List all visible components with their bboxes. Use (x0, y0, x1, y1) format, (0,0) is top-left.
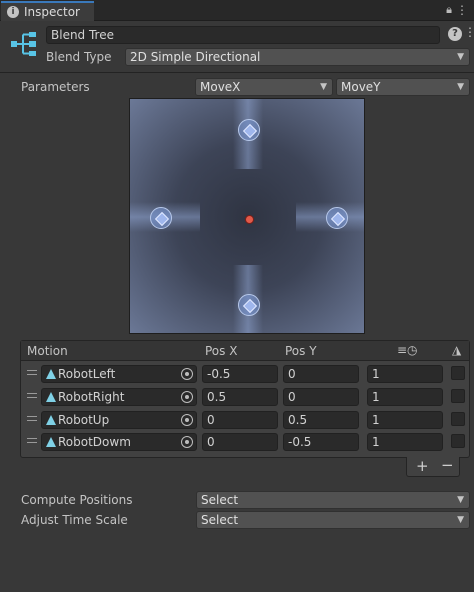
blend-space-graph[interactable] (129, 98, 365, 334)
drag-handle-icon[interactable] (27, 393, 37, 398)
y-parameter-value: MoveY (341, 80, 381, 94)
pos-y-field[interactable]: 0 (283, 388, 359, 406)
adjust-time-scale-dropdown[interactable]: Select ▼ (196, 511, 470, 529)
blend-type-dropdown[interactable]: 2D Simple Directional ▼ (125, 48, 470, 66)
mirror-toggle[interactable] (451, 412, 465, 426)
mirror-toggle[interactable] (451, 434, 465, 448)
time-scale-field[interactable]: 1 (367, 411, 443, 429)
more-menu-icon[interactable]: ⋮ (456, 3, 468, 17)
motion-row: RobotDowm 0 -0.5 1 (21, 431, 469, 453)
x-parameter-value: MoveX (200, 80, 241, 94)
pos-x-header: Pos X (205, 344, 238, 358)
animation-clip-icon (46, 437, 56, 447)
time-scale-field[interactable]: 1 (367, 388, 443, 406)
x-parameter-dropdown[interactable]: MoveX ▼ (195, 78, 333, 96)
info-icon: i (7, 6, 19, 18)
motion-list: Motion Pos X Pos Y ≡◷ ◮ RobotLeft -0.5 0… (20, 340, 470, 458)
object-picker-icon[interactable] (181, 414, 193, 426)
chevron-down-icon: ▼ (457, 82, 464, 92)
time-scale-field[interactable]: 1 (367, 433, 443, 451)
pos-x-field[interactable]: 0 (202, 411, 278, 429)
motion-name: RobotRight (58, 390, 125, 404)
drag-handle-icon[interactable] (27, 370, 37, 375)
object-picker-icon[interactable] (181, 368, 193, 380)
motion-header: Motion (27, 344, 68, 358)
pos-x-field[interactable]: 0 (202, 433, 278, 451)
motion-row: RobotUp 0 0.5 1 (21, 409, 469, 431)
pos-y-header: Pos Y (285, 344, 317, 358)
compute-positions-label: Compute Positions (21, 493, 133, 507)
compute-positions-dropdown[interactable]: Select ▼ (196, 491, 470, 509)
animation-clip-icon (46, 392, 56, 402)
animation-clip-icon (46, 369, 56, 379)
pos-y-field[interactable]: 0.5 (283, 411, 359, 429)
pos-y-field[interactable]: 0 (283, 365, 359, 383)
motion-name: RobotDowm (58, 435, 131, 449)
tab-inspector[interactable]: i Inspector (1, 1, 94, 21)
motion-name: RobotUp (58, 413, 110, 427)
chevron-down-icon: ▼ (457, 495, 464, 505)
object-picker-icon[interactable] (181, 391, 193, 403)
y-parameter-dropdown[interactable]: MoveY ▼ (336, 78, 470, 96)
current-blend-marker (244, 214, 254, 224)
parameters-label: Parameters (21, 80, 90, 94)
motion-row: RobotLeft -0.5 0 1 (21, 363, 469, 385)
blend-node-robot-left[interactable] (150, 207, 172, 229)
compute-positions-value: Select (201, 493, 239, 507)
pos-x-field[interactable]: -0.5 (202, 365, 278, 383)
animation-clip-icon (46, 415, 56, 425)
motion-row: RobotRight 0.5 0 1 (21, 386, 469, 408)
motion-field[interactable]: RobotRight (41, 388, 197, 406)
component-menu-icon[interactable]: ⋮ (464, 25, 474, 39)
chevron-down-icon: ▼ (320, 82, 327, 92)
tab-bar: i Inspector 🔒︎ ⋮ (0, 0, 474, 21)
mirror-icon: ◮ (452, 343, 462, 357)
pos-x-field[interactable]: 0.5 (202, 388, 278, 406)
pos-y-field[interactable]: -0.5 (283, 433, 359, 451)
adjust-time-scale-value: Select (201, 513, 239, 527)
object-picker-icon[interactable] (181, 436, 193, 448)
blend-node-robot-right[interactable] (326, 207, 348, 229)
motion-field[interactable]: RobotUp (41, 411, 197, 429)
blend-type-label: Blend Type (46, 50, 112, 64)
help-icon[interactable]: ? (448, 27, 462, 41)
motion-list-footer: + − (406, 456, 460, 477)
add-motion-button[interactable]: + (416, 457, 429, 475)
time-scale-field[interactable]: 1 (367, 365, 443, 383)
name-field[interactable]: Blend Tree (46, 26, 440, 44)
divider (0, 72, 474, 73)
motion-field[interactable]: RobotDowm (41, 433, 197, 451)
chevron-down-icon: ▼ (457, 515, 464, 525)
tab-label: Inspector (24, 5, 80, 19)
motion-field[interactable]: RobotLeft (41, 365, 197, 383)
blend-type-value: 2D Simple Directional (130, 50, 261, 64)
remove-motion-button[interactable]: − (441, 456, 454, 474)
drag-handle-icon[interactable] (27, 438, 37, 443)
motion-list-header: Motion Pos X Pos Y ≡◷ ◮ (21, 341, 469, 361)
mirror-toggle[interactable] (451, 389, 465, 403)
blend-node-robot-down[interactable] (238, 294, 260, 316)
motion-name: RobotLeft (58, 367, 116, 381)
blend-tree-icon (11, 32, 36, 56)
mirror-toggle[interactable] (451, 366, 465, 380)
lock-icon[interactable]: 🔒︎ (446, 3, 452, 17)
time-scale-icon: ≡◷ (397, 343, 418, 357)
adjust-time-scale-label: Adjust Time Scale (21, 513, 128, 527)
chevron-down-icon: ▼ (457, 52, 464, 62)
drag-handle-icon[interactable] (27, 416, 37, 421)
blend-node-robot-up[interactable] (238, 119, 260, 141)
